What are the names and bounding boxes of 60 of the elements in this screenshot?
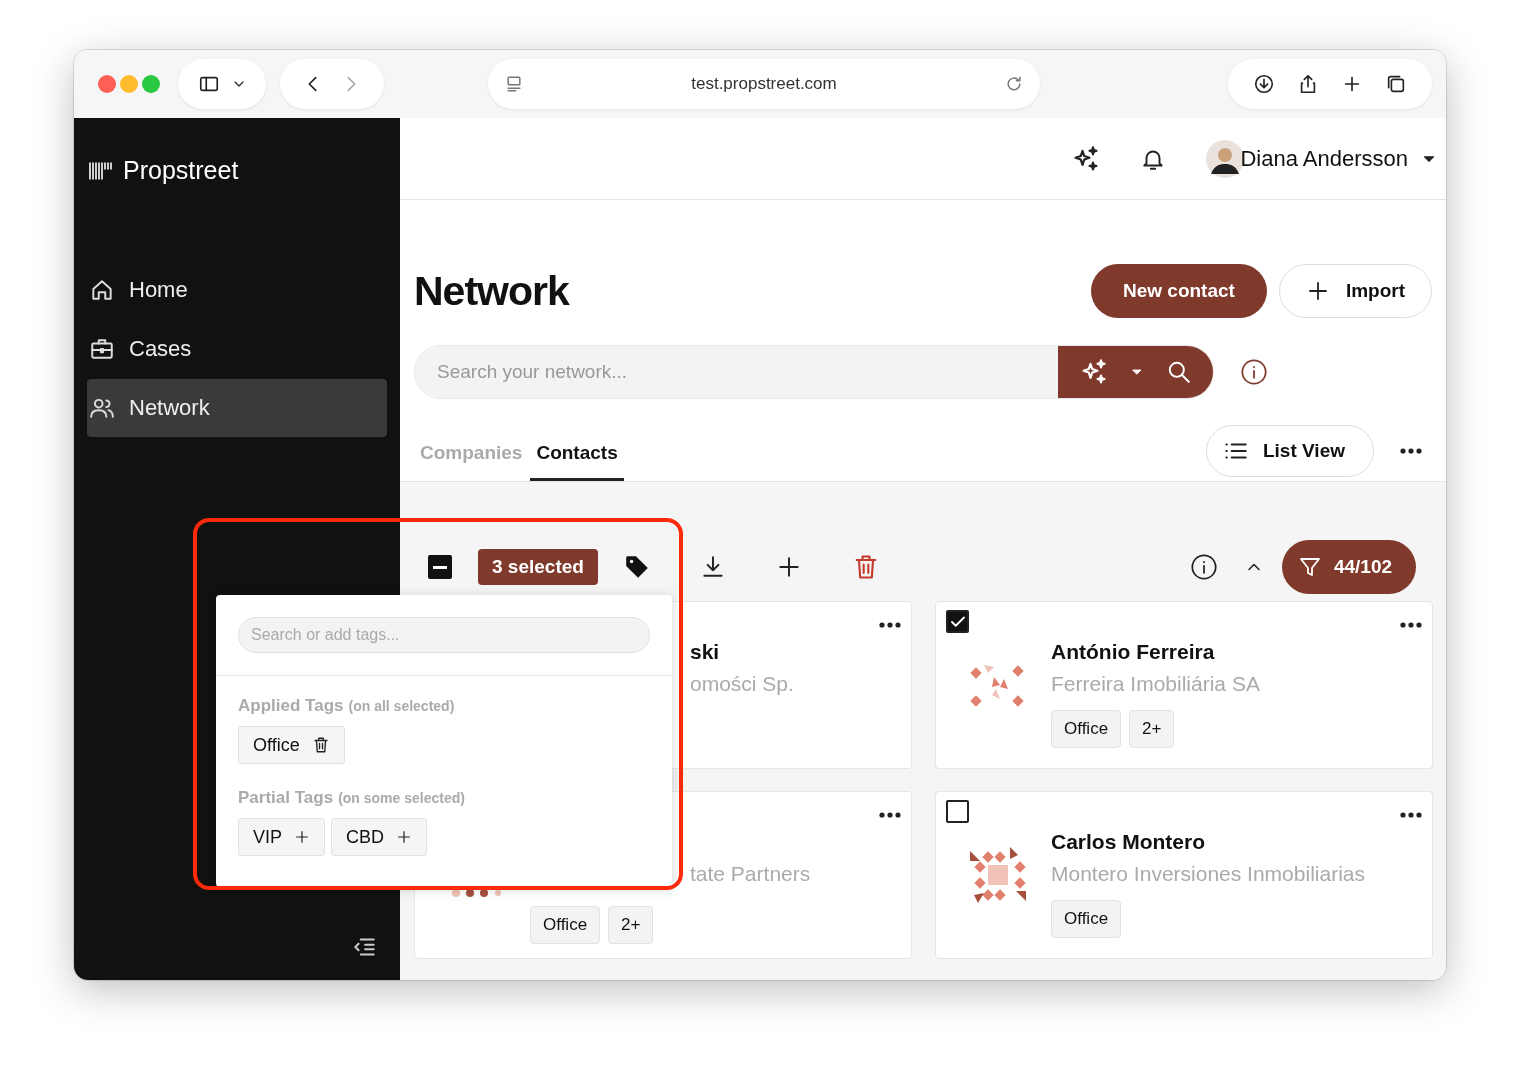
close-window-button[interactable] — [98, 75, 116, 93]
tag-label: Office — [530, 906, 601, 944]
list-view-button[interactable]: List View — [1206, 425, 1374, 477]
company-name: omości Sp. — [690, 672, 794, 696]
contact-card[interactable]: Carlos Montero Montero Inversiones Inmobiliarias Office — [935, 791, 1433, 959]
nav-item[interactable]: Cases — [87, 320, 387, 378]
select-all-checkbox[interactable] — [428, 555, 452, 579]
url-text: test.propstreet.com — [690, 74, 838, 94]
more-icon[interactable] — [879, 622, 901, 628]
tabs-icon — [1385, 73, 1407, 95]
user-name[interactable]: Diana Andersson — [1240, 145, 1408, 172]
checkbox[interactable] — [946, 610, 969, 633]
filter-icon — [1297, 555, 1322, 579]
more-icon[interactable] — [1400, 448, 1422, 454]
nav-item[interactable]: Network — [87, 379, 387, 437]
contact-card[interactable]: António Ferreira Ferreira Imobiliária SA Office 2+ — [935, 601, 1433, 769]
page-icon — [504, 74, 524, 94]
partial-tag-chip[interactable]: CBD — [331, 818, 428, 856]
plus-icon — [396, 829, 413, 845]
nav-item[interactable]: Home — [87, 261, 387, 319]
contact-name: Carlos Montero — [1051, 830, 1206, 854]
section-note: (on some selected) — [338, 790, 465, 806]
selected-count: 3 selected — [478, 549, 598, 585]
contact-name: ski — [690, 640, 721, 664]
page-title: Network — [414, 267, 569, 315]
info-icon — [1189, 553, 1218, 581]
company-name: Ferreira Imobiliária SA — [1051, 672, 1260, 696]
import-button[interactable]: Import — [1278, 264, 1432, 318]
contact-name: António Ferreira — [1051, 640, 1216, 664]
partial-tag-chip[interactable]: VIP — [238, 818, 325, 856]
avatar-pattern-icon — [451, 888, 501, 898]
tag-label: 2+ — [608, 906, 654, 944]
more-icon[interactable] — [879, 812, 901, 818]
filter-button[interactable]: 44/102 — [1281, 540, 1417, 594]
company-name: tate Partners — [690, 862, 811, 886]
home-icon — [89, 277, 115, 303]
search-field[interactable]: Search your network... — [414, 345, 1214, 399]
info-icon — [1240, 358, 1268, 386]
section-note: (on all selected) — [348, 698, 455, 714]
trash-icon — [311, 736, 330, 754]
more-icon[interactable] — [1400, 622, 1422, 628]
plus-icon — [294, 829, 310, 845]
address-bar[interactable]: test.propstreet.com — [488, 59, 1040, 109]
briefcase-icon — [89, 336, 115, 362]
tag-search-field[interactable]: Search or add tags... — [238, 617, 650, 653]
avatar-pattern-icon — [970, 847, 1026, 903]
new-contact-button[interactable]: New contact — [1090, 264, 1267, 318]
applied-tag-chip[interactable]: Office — [238, 726, 345, 764]
section-title: Partial Tags — [238, 788, 334, 808]
company-name: Montero Inversiones Inmobiliarias — [1051, 862, 1365, 886]
tag-label: Office — [1051, 710, 1122, 748]
checkbox[interactable] — [946, 800, 969, 823]
sidebar-toggle-button[interactable] — [178, 59, 266, 109]
download-icon — [1253, 73, 1275, 95]
tag-label: 2+ — [1129, 710, 1175, 748]
more-icon[interactable] — [1400, 812, 1422, 818]
tag-icon[interactable] — [623, 554, 650, 580]
section-title: Applied Tags — [238, 696, 344, 716]
logo-text: Propstreet — [123, 156, 239, 185]
tag-label: Office — [1051, 900, 1122, 938]
